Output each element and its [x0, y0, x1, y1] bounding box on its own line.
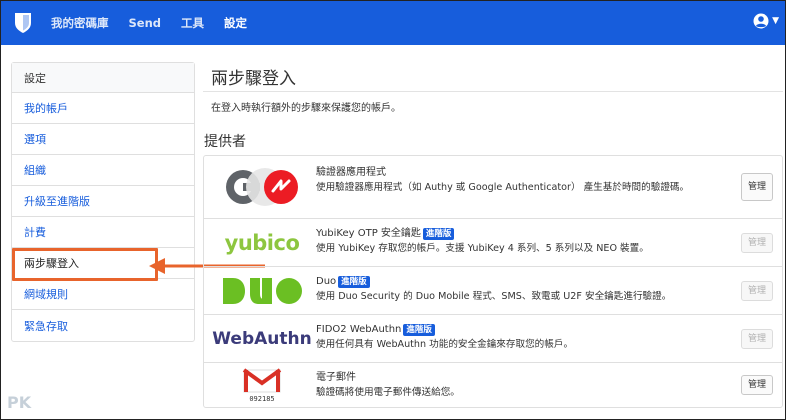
provider-yubikey: yubico YubiKey OTP 安全鑰匙 進階版 使用 YubiKey 存…	[204, 219, 782, 267]
sidebar-item-domain-rules[interactable]: 網域規則	[12, 279, 194, 310]
email-code-text: 092185	[249, 395, 274, 403]
yubico-logo-text: yubico	[224, 230, 300, 255]
provider-name: YubiKey OTP 安全鑰匙	[316, 228, 421, 239]
premium-badge: 進階版	[403, 324, 435, 336]
user-circle-icon	[753, 13, 769, 29]
page-description: 在登入時執行額外的步驟來保護您的帳戶。	[211, 103, 401, 114]
sidebar-item-options[interactable]: 選項	[12, 124, 194, 155]
provider-name-row: YubiKey OTP 安全鑰匙 進階版	[316, 227, 726, 241]
provider-duo: Duo 進階版 使用 Duo Security 的 Duo Mobile 程式、…	[204, 267, 782, 315]
providers-list: 驗證器應用程式 使用驗證器應用程式（如 Authy 或 Google Authe…	[203, 155, 783, 408]
provider-name: Duo	[316, 276, 337, 287]
provider-description: 使用驗證器應用程式（如 Authy 或 Google Authenticator…	[316, 182, 690, 193]
sidebar-item-organizations[interactable]: 組織	[12, 155, 194, 186]
provider-name: 電子郵件	[316, 372, 356, 383]
provider-name: 驗證器應用程式	[316, 167, 386, 178]
manage-yubikey-button[interactable]: 管理	[740, 232, 773, 253]
sidebar-item-my-account[interactable]: 我的帳戶	[12, 93, 194, 124]
nav-vault[interactable]: 我的密碼庫	[51, 15, 109, 31]
provider-description: 使用任何具有 WebAuthn 功能的安全金鑰來存取您的帳戶。	[316, 339, 574, 350]
nav-send[interactable]: Send	[129, 16, 162, 30]
manage-duo-button[interactable]: 管理	[740, 280, 773, 301]
provider-authenticator: 驗證器應用程式 使用驗證器應用程式（如 Authy 或 Google Authe…	[204, 156, 782, 219]
provider-name: FIDO2 WebAuthn	[316, 324, 402, 335]
premium-badge: 進階版	[338, 276, 370, 288]
nav-tools[interactable]: 工具	[181, 15, 204, 31]
shield-icon[interactable]	[13, 11, 33, 35]
authenticator-logo	[214, 156, 310, 218]
provider-name-row: FIDO2 WebAuthn 進階版	[316, 323, 726, 337]
duo-logo	[214, 267, 310, 314]
sidebar-item-billing[interactable]: 計費	[12, 217, 194, 248]
manage-email-button[interactable]: 管理	[740, 375, 773, 395]
yubico-logo: yubico	[214, 219, 310, 266]
caret-down-icon: ▼	[772, 16, 779, 26]
manage-webauthn-button[interactable]: 管理	[740, 328, 773, 349]
provider-email: 092185 電子郵件 驗證碼將使用電子郵件傳送給您。 管理	[204, 363, 782, 407]
sidebar-header: 設定	[12, 63, 194, 93]
providers-heading: 提供者	[204, 134, 246, 150]
top-navbar: 我的密碼庫 Send 工具 設定 ▼	[1, 1, 785, 45]
sidebar-item-emergency-access[interactable]: 緊急存取	[12, 310, 194, 341]
premium-badge: 進階版	[422, 228, 455, 240]
email-logo: 092185	[214, 363, 310, 407]
provider-name-row: Duo 進階版	[316, 275, 726, 289]
sidebar-item-premium[interactable]: 升級至進階版	[12, 186, 194, 217]
nav-settings[interactable]: 設定	[224, 15, 247, 31]
manage-authenticator-button[interactable]: 管理	[741, 173, 773, 201]
page-title: 兩步驟登入	[211, 69, 296, 89]
highlight-box	[12, 248, 158, 281]
webauthn-logo-text: WebAuthn	[212, 328, 312, 349]
provider-description: 驗證碼將使用電子郵件傳送給您。	[316, 387, 460, 398]
provider-description: 使用 YubiKey 存取您的帳戶。支援 YubiKey 4 系列、5 系列以及…	[316, 243, 649, 254]
title-divider	[203, 91, 783, 92]
settings-sidebar: 設定 我的帳戶 選項 組織 升級至進階版 計費 兩步驟登入 網域規則 緊急存取	[11, 62, 195, 342]
provider-webauthn: WebAuthn FIDO2 WebAuthn 進階版 使用任何具有 WebAu…	[204, 315, 782, 363]
webauthn-logo: WebAuthn	[212, 315, 312, 362]
account-menu[interactable]: ▼	[753, 13, 779, 29]
watermark: PK	[7, 393, 32, 412]
provider-description: 使用 Duo Security 的 Duo Mobile 程式、SMS、致電或 …	[316, 291, 672, 302]
